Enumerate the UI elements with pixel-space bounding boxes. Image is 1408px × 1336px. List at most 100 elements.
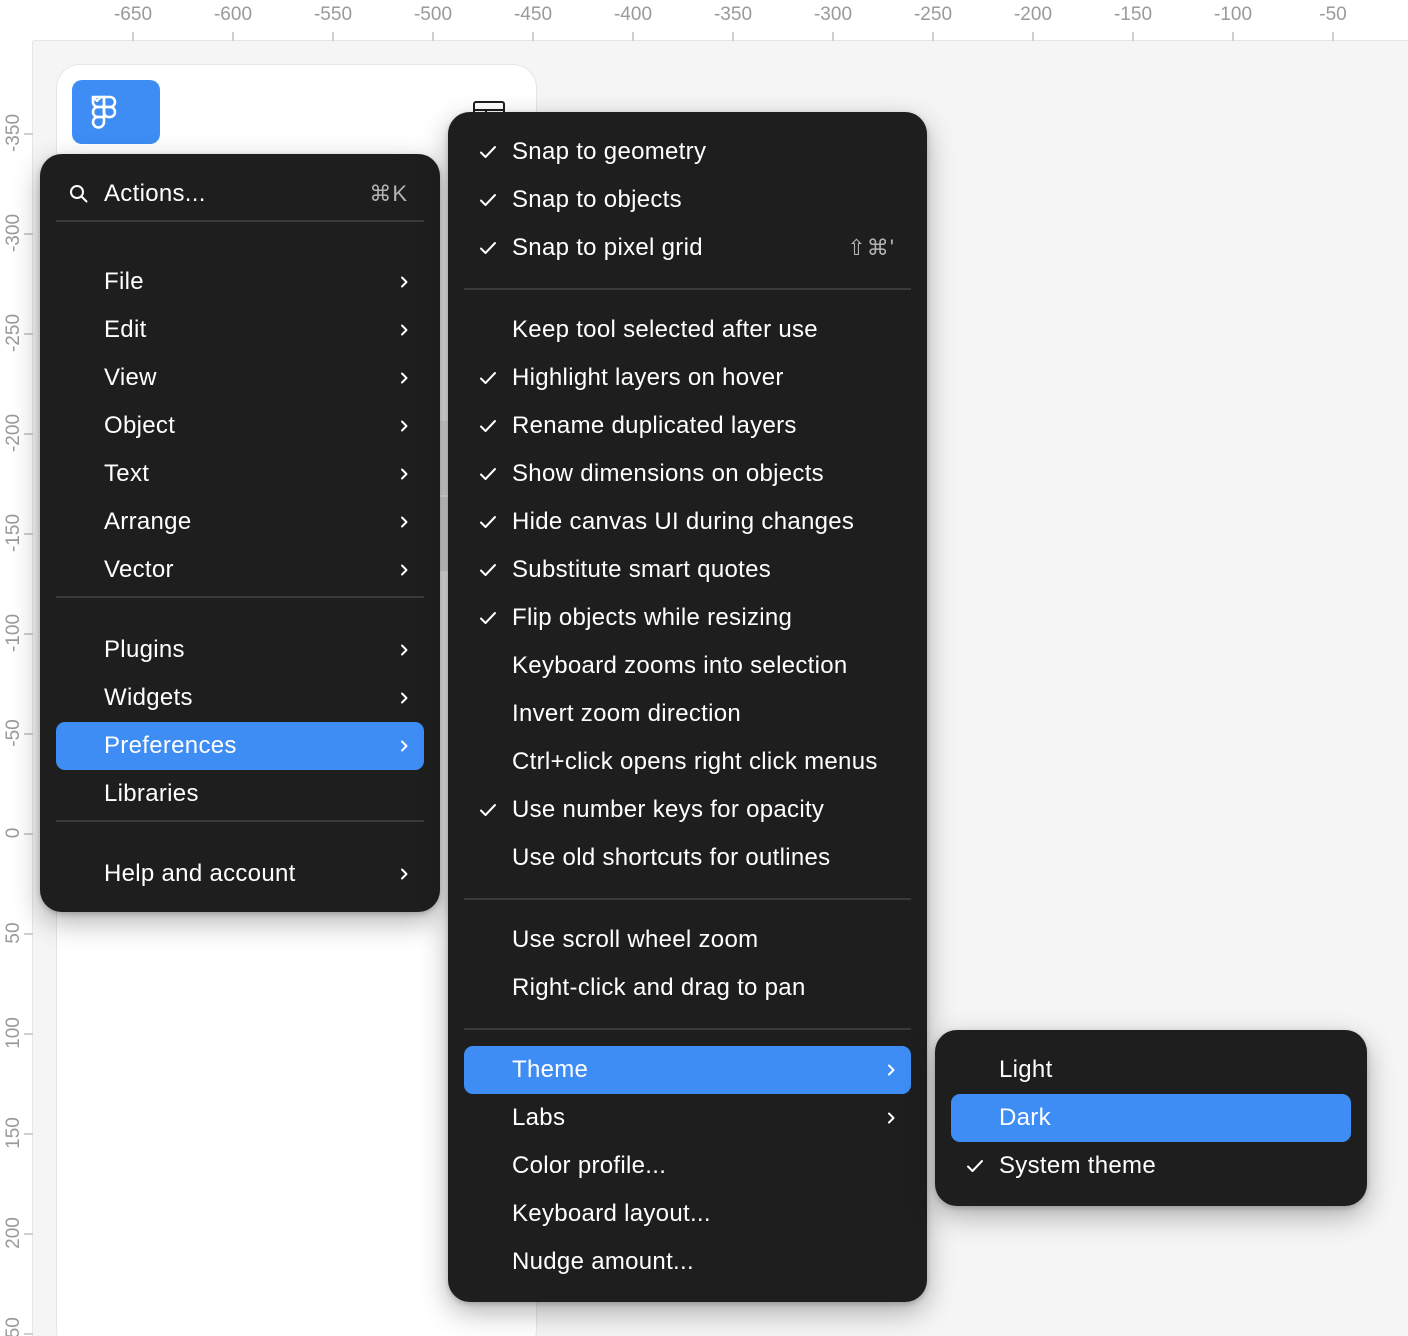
- pref-item-snap-to-pixel-grid[interactable]: Snap to pixel grid ⇧⌘': [464, 224, 911, 272]
- menu-item-label: Use scroll wheel zoom: [512, 926, 759, 953]
- pref-item-use-number-keys-for-opacity[interactable]: Use number keys for opacity: [464, 786, 911, 834]
- chevron-right-icon: [401, 692, 408, 704]
- pref-item-rename-duplicated-layers[interactable]: Rename duplicated layers: [464, 402, 911, 450]
- pref-item-use-old-shortcuts-for-outlines[interactable]: Use old shortcuts for outlines: [464, 834, 911, 882]
- checkmark-icon: [480, 804, 496, 816]
- preferences-submenu: Snap to geometry Snap to objects Snap to p…: [448, 112, 927, 1302]
- menu-item-label: Rename duplicated layers: [512, 412, 797, 439]
- chevron-right-icon: [401, 372, 408, 384]
- pref-item-keyboard-zooms-into-selection[interactable]: Keyboard zooms into selection: [464, 642, 911, 690]
- menu-item-label: Hide canvas UI during changes: [512, 508, 855, 535]
- ruler-tick-label: -50: [1298, 4, 1368, 41]
- menu-separator: [464, 288, 911, 290]
- menu-item-label: Theme: [512, 1056, 589, 1083]
- menu-item-label: Keyboard zooms into selection: [512, 652, 848, 679]
- main-menu-button[interactable]: [72, 80, 160, 144]
- menu-item-file[interactable]: File: [56, 258, 424, 306]
- pref-item-show-dimensions-on-objects[interactable]: Show dimensions on objects: [464, 450, 911, 498]
- chevron-right-icon: [401, 420, 408, 432]
- checkmark-icon: [480, 564, 496, 576]
- horizontal-ruler: -650 -600 -550 -500 -450 -400 -350 -300 -250 -200…: [0, 0, 1408, 41]
- menu-item-label: System theme: [999, 1152, 1156, 1179]
- menu-item-help-and-account[interactable]: Help and account: [56, 850, 424, 898]
- pref-item-color-profile[interactable]: Color profile...: [464, 1142, 911, 1190]
- checkmark-icon: [480, 372, 496, 384]
- pref-item-theme[interactable]: Theme: [464, 1046, 911, 1094]
- pref-item-use-scroll-wheel-zoom[interactable]: Use scroll wheel zoom: [464, 916, 911, 964]
- ruler-tick-label: 250: [3, 1317, 24, 1336]
- menu-item-edit[interactable]: Edit: [56, 306, 424, 354]
- ruler-tick-mark: [24, 433, 33, 435]
- pref-item-snap-to-geometry[interactable]: Snap to geometry: [464, 128, 911, 176]
- menu-item-label: Light: [999, 1056, 1053, 1083]
- pref-item-snap-to-objects[interactable]: Snap to objects: [464, 176, 911, 224]
- checkmark-icon: [480, 516, 496, 528]
- pref-item-right-click-and-drag-to-pan[interactable]: Right-click and drag to pan: [464, 964, 911, 1012]
- ruler-tick-mark: [24, 833, 33, 835]
- menu-item-label: Ctrl+click opens right click menus: [512, 748, 878, 775]
- ruler-tick-mark: [24, 533, 33, 535]
- ruler-tick-mark: [24, 1033, 33, 1035]
- pref-item-highlight-layers-on-hover[interactable]: Highlight layers on hover: [464, 354, 911, 402]
- menu-item-plugins[interactable]: Plugins: [56, 626, 424, 674]
- menu-item-widgets[interactable]: Widgets: [56, 674, 424, 722]
- ruler-tick-mark: [24, 333, 33, 335]
- ruler-tick-label: -150: [1098, 4, 1168, 41]
- theme-item-system-theme[interactable]: System theme: [951, 1142, 1351, 1190]
- menu-item-libraries[interactable]: Libraries: [56, 770, 424, 818]
- theme-item-dark[interactable]: Dark: [951, 1094, 1351, 1142]
- ruler-tick-mark: [24, 733, 33, 735]
- ruler-tick-mark: [24, 633, 33, 635]
- ruler-tick-label: -600: [198, 4, 268, 41]
- ruler-tick-label: -200: [3, 413, 24, 453]
- menu-item-text[interactable]: Text: [56, 450, 424, 498]
- pref-item-substitute-smart-quotes[interactable]: Substitute smart quotes: [464, 546, 911, 594]
- pref-item-labs[interactable]: Labs: [464, 1094, 911, 1142]
- menu-item-label: Arrange: [104, 508, 192, 535]
- ruler-tick-label: -250: [898, 4, 968, 41]
- actions-search-item[interactable]: Actions... ⌘K: [56, 170, 424, 218]
- pref-item-ctrl-click-opens-right-click-menus[interactable]: Ctrl+click opens right click menus: [464, 738, 911, 786]
- menu-item-arrange[interactable]: Arrange: [56, 498, 424, 546]
- ruler-tick-label: -250: [3, 313, 24, 353]
- checkmark-icon: [480, 468, 496, 480]
- ruler-tick-mark: [24, 133, 33, 135]
- pref-item-keyboard-layout[interactable]: Keyboard layout...: [464, 1190, 911, 1238]
- menu-item-label: Plugins: [104, 636, 185, 663]
- menu-item-label: Substitute smart quotes: [512, 556, 772, 583]
- ruler-tick-mark: [24, 1133, 33, 1135]
- menu-separator: [56, 820, 424, 822]
- menu-item-label: Right-click and drag to pan: [512, 974, 806, 1001]
- menu-item-label: Edit: [104, 316, 147, 343]
- chevron-right-icon: [401, 276, 408, 288]
- chevron-right-icon: [401, 868, 408, 880]
- pref-item-flip-objects-while-resizing[interactable]: Flip objects while resizing: [464, 594, 911, 642]
- menu-item-vector[interactable]: Vector: [56, 546, 424, 594]
- menu-item-view[interactable]: View: [56, 354, 424, 402]
- chevron-right-icon: [401, 564, 408, 576]
- menu-separator: [56, 220, 424, 222]
- menu-item-preferences[interactable]: Preferences: [56, 722, 424, 770]
- pref-item-nudge-amount[interactable]: Nudge amount...: [464, 1238, 911, 1286]
- pref-item-hide-canvas-ui-during-changes[interactable]: Hide canvas UI during changes: [464, 498, 911, 546]
- ruler-tick-label: 100: [3, 1017, 24, 1049]
- theme-item-light[interactable]: Light: [951, 1046, 1351, 1094]
- checkmark-icon: [480, 420, 496, 432]
- actions-shortcut: ⌘K: [369, 181, 408, 206]
- menu-item-label: Nudge amount...: [512, 1248, 694, 1275]
- theme-submenu: Light Dark System theme: [935, 1030, 1367, 1206]
- pref-item-invert-zoom-direction[interactable]: Invert zoom direction: [464, 690, 911, 738]
- menu-item-label: Help and account: [104, 860, 296, 887]
- menu-item-label: Snap to geometry: [512, 138, 707, 165]
- menu-separator: [56, 596, 424, 598]
- menu-item-label: Snap to objects: [512, 186, 682, 213]
- menu-item-label: Text: [104, 460, 150, 487]
- pref-item-keep-tool-selected-after-use[interactable]: Keep tool selected after use: [464, 306, 911, 354]
- ruler-tick-label: -200: [998, 4, 1068, 41]
- menu-item-label: Color profile...: [512, 1152, 667, 1179]
- menu-separator: [464, 1028, 911, 1030]
- ruler-tick-label: -300: [3, 213, 24, 253]
- ruler-tick-label: -400: [598, 4, 668, 41]
- chevron-right-icon: [401, 644, 408, 656]
- menu-item-object[interactable]: Object: [56, 402, 424, 450]
